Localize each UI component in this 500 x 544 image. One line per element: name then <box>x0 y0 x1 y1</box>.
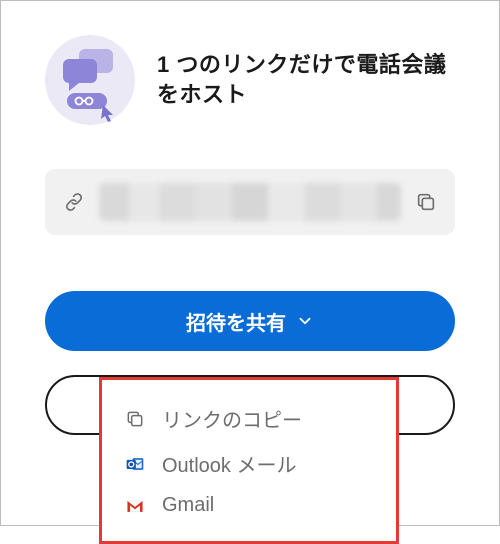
menu-item-copy-link[interactable]: リンクのコピー <box>102 396 396 441</box>
header: 1 つのリンクだけで電話会議をホスト <box>45 35 455 125</box>
menu-item-label: Gmail <box>162 494 214 517</box>
outlook-icon <box>124 453 146 475</box>
share-invite-button[interactable]: 招待を共有 <box>45 291 455 351</box>
meeting-link-field[interactable] <box>45 169 455 235</box>
panel: 1 つのリンクだけで電話会議をホスト 招待を共有 <box>0 0 500 526</box>
menu-item-outlook[interactable]: Outlook メール <box>102 441 396 486</box>
page-title: 1 つのリンクだけで電話会議をホスト <box>157 50 455 109</box>
share-invite-label: 招待を共有 <box>186 307 286 336</box>
copy-icon <box>124 408 146 430</box>
menu-item-gmail[interactable]: Gmail <box>102 486 396 525</box>
meeting-illustration <box>45 35 135 125</box>
menu-item-label: Outlook メール <box>162 449 296 478</box>
gmail-icon <box>124 495 146 517</box>
share-invite-menu: リンクのコピー Outlook メール <box>99 377 399 544</box>
menu-item-label: リンクのコピー <box>162 404 302 433</box>
meeting-link-value <box>99 183 401 221</box>
link-icon <box>63 191 85 213</box>
copy-icon[interactable] <box>415 191 437 213</box>
chevron-down-icon <box>296 312 314 330</box>
